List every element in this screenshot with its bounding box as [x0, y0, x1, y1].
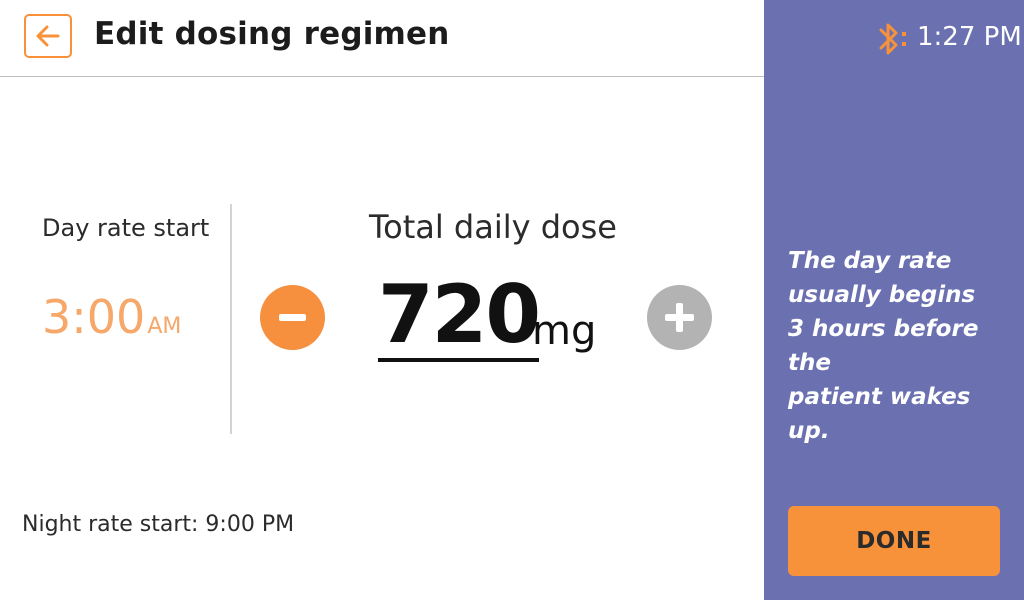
decrease-dose-button[interactable] — [260, 285, 325, 350]
page-title: Edit dosing regimen — [94, 16, 450, 52]
header: Edit dosing regimen — [0, 0, 764, 77]
dose-unit: mg — [532, 308, 597, 354]
day-rate-start-ampm: AM — [147, 314, 182, 339]
hint-line: patient wakes up. — [788, 384, 971, 444]
hint-line: 3 hours before the — [788, 316, 979, 376]
total-daily-dose-label: Total daily dose — [369, 208, 617, 246]
hint-line: usually begins — [788, 282, 976, 308]
day-rate-start-time: 3:00 — [42, 290, 146, 344]
arrow-left-icon — [36, 25, 60, 47]
vertical-divider — [230, 204, 232, 434]
back-button[interactable] — [24, 14, 72, 58]
increase-dose-button[interactable] — [647, 285, 712, 350]
hint-line: The day rate — [788, 248, 952, 274]
day-rate-start-value[interactable]: 3:00AM — [42, 290, 181, 344]
hint-text: The day rate usually begins 3 hours befo… — [788, 244, 1014, 448]
dose-value[interactable]: 720 — [378, 272, 541, 362]
day-rate-start-label: Day rate start — [42, 214, 210, 242]
bluetooth-icon — [879, 23, 906, 55]
main-content: Edit dosing regimen Day rate start 3:00A… — [0, 0, 764, 600]
done-button[interactable]: DONE — [788, 506, 1000, 576]
minus-icon — [279, 314, 306, 321]
clock: 1:27 PM — [917, 22, 1022, 52]
night-rate-start: Night rate start: 9:00 PM — [22, 512, 295, 537]
